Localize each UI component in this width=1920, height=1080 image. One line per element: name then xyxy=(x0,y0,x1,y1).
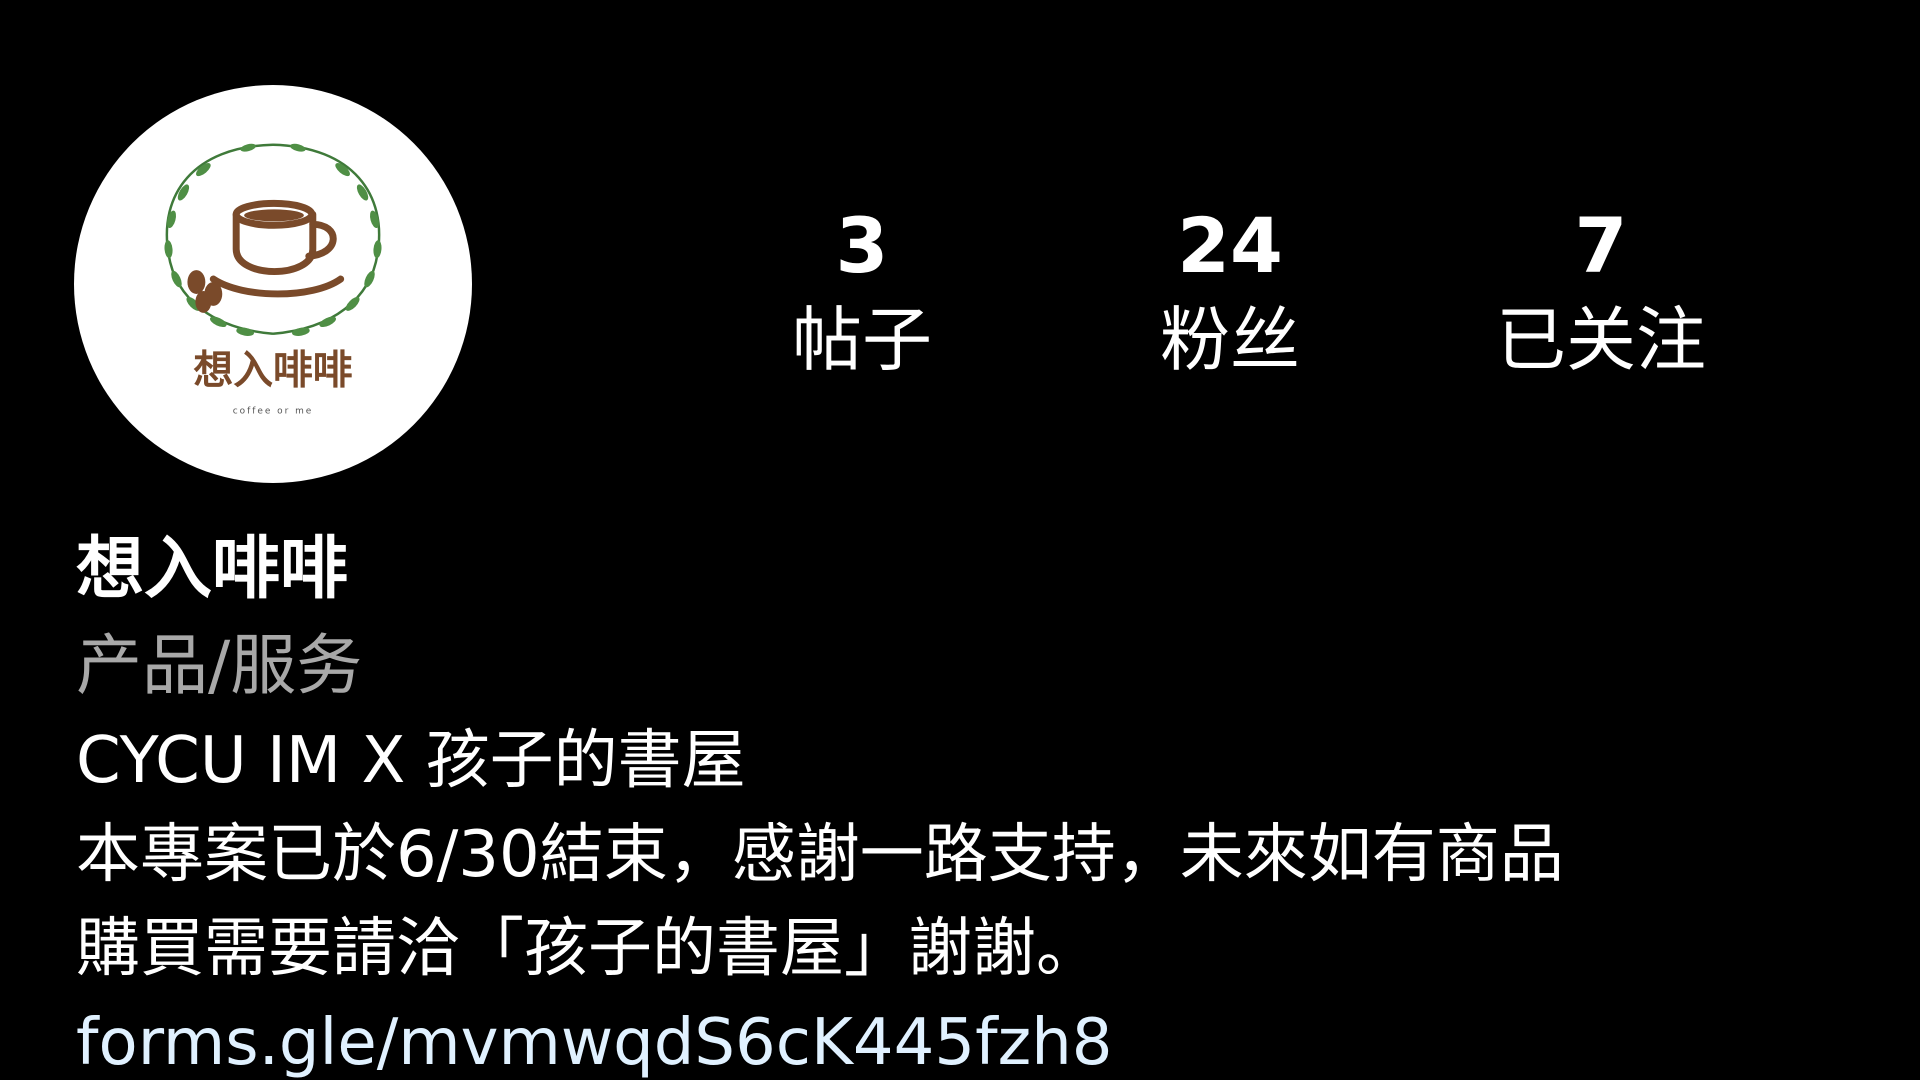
avatar[interactable]: 想入啡啡 coffee or me xyxy=(74,85,472,483)
following-label: 已关注 xyxy=(1496,299,1706,381)
bio-line: 本專案已於6/30結束，感謝一路支持，未來如有商品 xyxy=(76,818,1564,892)
display-name: 想入啡啡 xyxy=(76,530,349,609)
profile-header: 想入啡啡 coffee or me 3 帖子 24 粉丝 7 已关注 想入啡啡 … xyxy=(0,0,1920,1080)
profile-category: 产品/服务 xyxy=(76,627,363,704)
bio-line: 購買需要請洽「孩子的書屋」謝謝。 xyxy=(76,912,1100,986)
bio-line: CYCU IM X 孩子的書屋 xyxy=(76,724,746,798)
followers-stat[interactable]: 24 粉丝 xyxy=(1100,200,1360,388)
coffee-cup-icon: 想入啡啡 coffee or me xyxy=(164,143,382,416)
profile-bio: 想入啡啡 产品/服务 CYCU IM X 孩子的書屋 本專案已於6/30結束，感… xyxy=(76,522,1876,1080)
following-stat[interactable]: 7 已关注 xyxy=(1471,200,1731,388)
posts-count: 3 xyxy=(835,201,889,290)
posts-stat[interactable]: 3 帖子 xyxy=(732,200,992,388)
following-count: 7 xyxy=(1574,201,1628,290)
posts-label: 帖子 xyxy=(792,299,932,381)
bio-link[interactable]: forms.gle/mvmwqdS6cK445fzh8 xyxy=(76,996,1876,1080)
followers-label: 粉丝 xyxy=(1160,299,1300,381)
followers-count: 24 xyxy=(1177,201,1283,290)
logo-subtext: coffee or me xyxy=(233,406,314,416)
logo-text: 想入啡啡 xyxy=(193,348,352,394)
